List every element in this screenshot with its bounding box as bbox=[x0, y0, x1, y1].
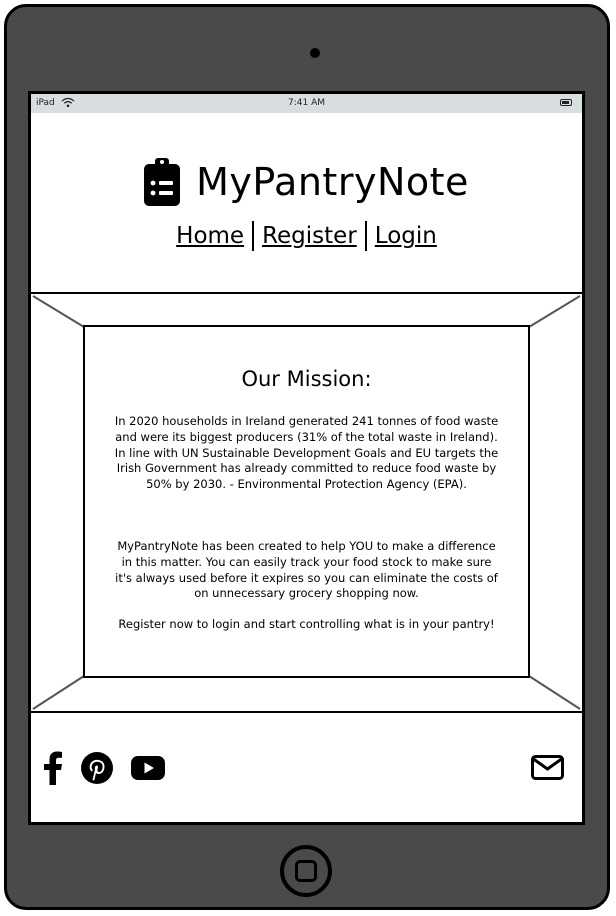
battery-icon bbox=[560, 99, 572, 106]
pinterest-icon[interactable] bbox=[81, 752, 113, 784]
nav-home-link[interactable]: Home bbox=[168, 223, 252, 249]
site-footer bbox=[31, 713, 582, 822]
mission-paragraph-cta: Register now to login and start controll… bbox=[118, 617, 495, 631]
brand: MyPantryNote bbox=[31, 158, 582, 206]
youtube-icon[interactable] bbox=[131, 756, 165, 780]
mission-heading: Our Mission: bbox=[241, 367, 372, 391]
site-header: MyPantryNote Home Register Login bbox=[31, 113, 582, 293]
mission-paragraph-epa: In 2020 households in Ireland generated … bbox=[114, 414, 499, 492]
mission-card: Our Mission: In 2020 households in Irela… bbox=[83, 325, 530, 678]
nav-register-link[interactable]: Register bbox=[254, 223, 365, 249]
facebook-icon[interactable] bbox=[43, 751, 63, 785]
home-button[interactable] bbox=[280, 845, 332, 897]
status-bar: iPad 7:41 AM bbox=[31, 94, 582, 113]
camera-dot bbox=[310, 48, 320, 58]
site-title[interactable]: MyPantryNote bbox=[196, 160, 469, 204]
social-links bbox=[43, 751, 183, 785]
nav-login-link[interactable]: Login bbox=[367, 223, 445, 249]
mission-paragraph-about: MyPantryNote has been created to help YO… bbox=[115, 539, 498, 601]
clock: 7:41 AM bbox=[288, 98, 325, 108]
clipboard-list-icon bbox=[144, 158, 181, 206]
mail-icon[interactable] bbox=[531, 755, 564, 780]
mission-hero: Our Mission: In 2020 households in Irela… bbox=[31, 292, 582, 713]
device-screen: iPad 7:41 AM MyPantryNote Home Register … bbox=[28, 91, 585, 825]
main-nav: Home Register Login bbox=[31, 221, 582, 251]
